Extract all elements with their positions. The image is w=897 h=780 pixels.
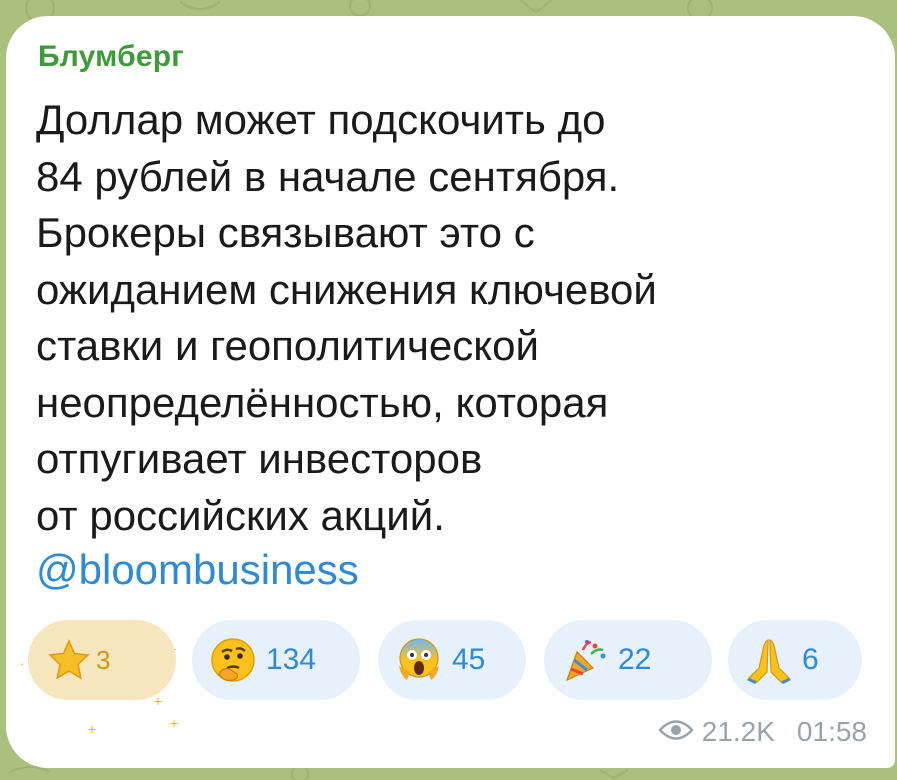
reactions-bar: · + + + + + 3 — [6, 620, 895, 736]
message-line: Доллар может подскочить до — [36, 96, 606, 143]
eye-icon — [658, 716, 694, 748]
reaction-folded-hands[interactable]: 6 — [728, 620, 862, 700]
reaction-screaming[interactable]: 45 — [378, 620, 526, 700]
party-popper-icon — [560, 635, 610, 685]
star-icon — [44, 635, 94, 685]
sparkle-icon: + — [170, 715, 179, 731]
sparkle-icon: + — [88, 721, 97, 737]
reaction-count: 45 — [452, 643, 486, 676]
message-line: отпугивает инвесторов — [36, 435, 483, 482]
folded-hands-icon — [744, 635, 794, 685]
message-meta: 21.2K 01:58 — [658, 716, 867, 748]
reaction-count: 6 — [802, 643, 819, 676]
screaming-face-icon — [394, 635, 444, 685]
message-bubble: Блумберг Доллар может подскочить до 84 р… — [6, 16, 895, 768]
message-line: неопределённостью, которая — [36, 378, 609, 426]
message-line: ставки и геополитической — [36, 322, 539, 369]
reaction-count: 22 — [618, 643, 652, 676]
reaction-count: 134 — [266, 643, 317, 676]
message-time: 01:58 — [796, 716, 867, 747]
view-count: 21.2K — [701, 716, 775, 747]
message-line: от российских акций. — [36, 491, 445, 539]
sender-name[interactable]: Блумберг — [38, 40, 184, 74]
sparkle-icon: + — [154, 693, 163, 709]
message-line: 84 рублей в начале сентября. — [36, 152, 620, 200]
reaction-thinking[interactable]: 134 — [192, 620, 360, 700]
reaction-count: 3 — [96, 644, 111, 675]
sparkle-icon: · — [20, 655, 25, 671]
thinking-face-icon — [208, 635, 258, 685]
message-line: ожиданием снижения ключевой — [36, 265, 657, 313]
message-line: Брокеры связывают это с — [36, 209, 535, 256]
mention-link[interactable]: @bloombusiness — [36, 546, 359, 594]
reaction-star[interactable]: 3 — [28, 620, 176, 700]
message-text: Доллар может подскочить до 84 рублей в н… — [36, 92, 866, 544]
reaction-party[interactable]: 22 — [544, 620, 712, 700]
